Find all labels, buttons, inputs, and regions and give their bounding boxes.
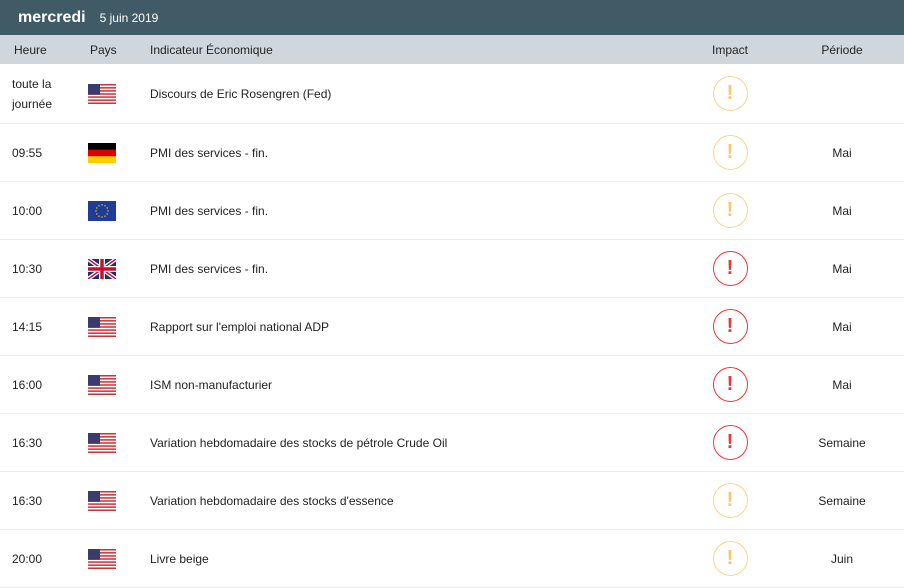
- event-period: Mai: [832, 203, 852, 218]
- event-time: 20:00: [12, 551, 43, 566]
- table-row[interactable]: 14:15 Rapport sur l'emploi national ADP …: [0, 298, 904, 356]
- flag-us-icon: [88, 432, 150, 453]
- flag-de-icon: [88, 142, 150, 163]
- date-label: 5 juin 2019: [99, 10, 159, 25]
- col-time: Heure: [14, 42, 47, 57]
- table-row[interactable]: 16:30 Variation hebdomadaire des stocks …: [0, 414, 904, 472]
- event-indicator[interactable]: Variation hebdomadaire des stocks de pét…: [150, 436, 680, 450]
- impact-high-icon: !: [712, 251, 748, 286]
- col-country: Pays: [90, 42, 117, 57]
- col-period: Période: [821, 42, 863, 57]
- event-time: 16:00: [12, 377, 43, 392]
- event-indicator[interactable]: PMI des services - fin.: [150, 146, 680, 160]
- event-period: Mai: [832, 319, 852, 334]
- flag-eu-icon: [88, 200, 150, 221]
- flag-us-icon: [88, 548, 150, 569]
- event-indicator[interactable]: ISM non-manufacturier: [150, 378, 680, 392]
- event-period: Semaine: [818, 435, 866, 450]
- event-time: toute la journée: [12, 76, 53, 111]
- event-time: 10:00: [12, 203, 43, 218]
- event-time: 09:55: [12, 145, 43, 160]
- flag-us-icon: [88, 490, 150, 511]
- events-table: toute la journée Discours de Eric Roseng…: [0, 64, 904, 588]
- event-indicator[interactable]: Rapport sur l'emploi national ADP: [150, 320, 680, 334]
- table-row[interactable]: toute la journée Discours de Eric Roseng…: [0, 64, 904, 124]
- flag-gb-icon: [88, 258, 150, 279]
- event-period: Semaine: [818, 493, 866, 508]
- event-period: Mai: [832, 377, 852, 392]
- impact-high-icon: !: [712, 309, 748, 344]
- impact-medium-icon: !: [712, 483, 748, 518]
- event-indicator[interactable]: Discours de Eric Rosengren (Fed): [150, 87, 680, 101]
- event-time: 10:30: [12, 261, 43, 276]
- table-row[interactable]: 10:30 PMI des services - fin. ! Mai: [0, 240, 904, 298]
- impact-high-icon: !: [712, 425, 748, 460]
- event-time: 14:15: [12, 319, 43, 334]
- date-header: mercredi 5 juin 2019: [0, 0, 904, 35]
- col-impact: Impact: [711, 42, 748, 57]
- table-row[interactable]: 09:55 PMI des services - fin. ! Mai: [0, 124, 904, 182]
- col-indicator: Indicateur Économique: [150, 42, 273, 57]
- event-period: Mai: [832, 261, 852, 276]
- event-time: 16:30: [12, 493, 43, 508]
- flag-us-icon: [88, 316, 150, 337]
- impact-medium-icon: !: [712, 541, 748, 576]
- column-headers: Heure Pays Indicateur Économique Impact …: [0, 35, 904, 64]
- flag-us-icon: [88, 374, 150, 395]
- day-label: mercredi: [18, 8, 86, 26]
- event-time: 16:30: [12, 435, 43, 450]
- event-period: Mai: [832, 145, 852, 160]
- table-row[interactable]: 10:00 PMI des services - fin. ! Mai: [0, 182, 904, 240]
- flag-us-icon: [88, 83, 150, 104]
- table-row[interactable]: 16:00 ISM non-manufacturier ! Mai: [0, 356, 904, 414]
- event-indicator[interactable]: Variation hebdomadaire des stocks d'esse…: [150, 494, 680, 508]
- impact-medium-icon: !: [712, 193, 748, 228]
- event-period: Juin: [830, 551, 853, 566]
- impact-medium-icon: !: [712, 76, 748, 111]
- event-indicator[interactable]: PMI des services - fin.: [150, 262, 680, 276]
- impact-medium-icon: !: [712, 135, 748, 170]
- table-row[interactable]: 16:30 Variation hebdomadaire des stocks …: [0, 472, 904, 530]
- impact-high-icon: !: [712, 367, 748, 402]
- event-indicator[interactable]: Livre beige: [150, 552, 680, 566]
- event-indicator[interactable]: PMI des services - fin.: [150, 204, 680, 218]
- table-row[interactable]: 20:00 Livre beige ! Juin: [0, 530, 904, 588]
